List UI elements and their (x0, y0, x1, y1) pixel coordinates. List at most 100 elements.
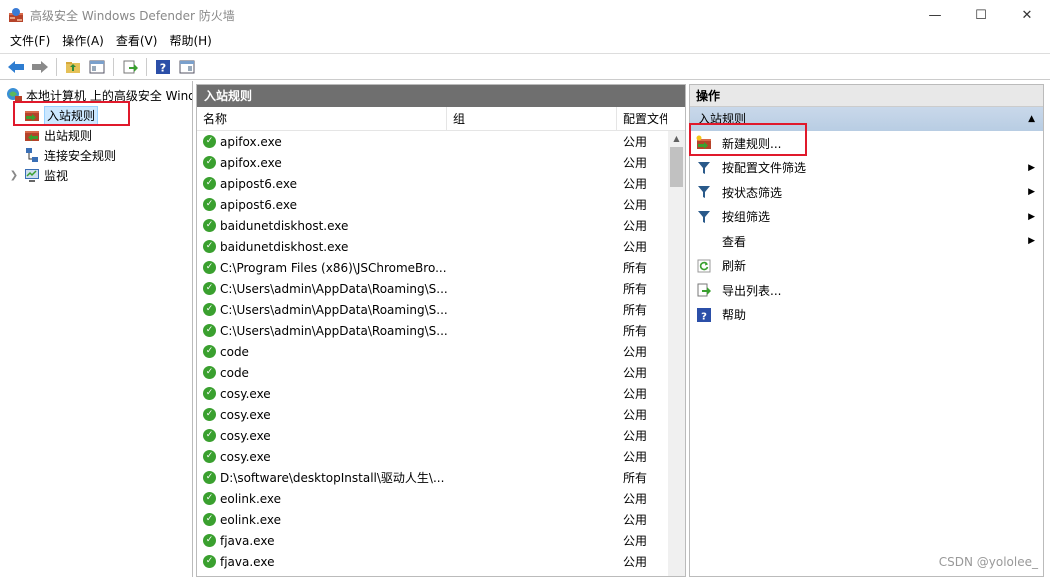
tree-item-connection-security-rules[interactable]: 连接安全规则 (0, 145, 192, 165)
table-row[interactable]: ✓ eolink.exe 公用 (197, 509, 669, 530)
rule-profile: 所有 (623, 261, 648, 275)
rule-name: baidunetdiskhost.exe (220, 218, 349, 233)
scroll-up-arrow-icon[interactable]: ▲ (668, 131, 685, 147)
table-row[interactable]: ✓ eolink.exe 公用 (197, 488, 669, 509)
maximize-button[interactable]: ☐ (958, 0, 1004, 30)
column-group[interactable]: 组 (447, 107, 617, 131)
table-row[interactable]: ✓ baidunetdiskhost.exe 公用 (197, 215, 669, 236)
enabled-check-icon: ✓ (203, 198, 216, 211)
table-row[interactable]: ✓ C:\Users\admin\AppData\Roaming\S... 所有 (197, 299, 669, 320)
menu-action[interactable]: 操作(A) (56, 30, 110, 52)
menu-file[interactable]: 文件(F) (4, 30, 56, 52)
blank-icon (696, 233, 712, 249)
rule-name: cosy.exe (220, 407, 271, 422)
cell-name: ✓ cosy.exe (197, 387, 617, 401)
menu-view[interactable]: 查看(V) (110, 30, 164, 52)
window-title: 高级安全 Windows Defender 防火墙 (30, 8, 235, 23)
minimize-button[interactable]: — (912, 0, 958, 30)
rules-list-pane: 入站规则 名称 组 配置文件 ✓ apifox.exe 公用 ✓ apifox.exe 公… (196, 84, 686, 577)
enabled-check-icon: ✓ (203, 429, 216, 442)
collapse-triangle-icon[interactable]: ▲ (1028, 107, 1035, 131)
table-row[interactable]: ✓ apifox.exe 公用 (197, 152, 669, 173)
export-list-icon[interactable] (120, 57, 140, 77)
monitoring-icon (24, 167, 40, 183)
table-row[interactable]: ✓ D:\software\desktopInstall\驱动人生\... 所有 (197, 467, 669, 488)
rule-profile: 公用 (623, 450, 648, 464)
table-row[interactable]: ✓ C:\Program Files (x86)\JSChromeBro... 所有 (197, 257, 669, 278)
action-item[interactable]: 按状态筛选 ▶ (690, 180, 1043, 205)
rule-profile: 公用 (623, 177, 648, 191)
action-label: 帮助 (722, 308, 747, 323)
enabled-check-icon: ✓ (203, 345, 216, 358)
cell-name: ✓ baidunetdiskhost.exe (197, 219, 617, 233)
help-icon[interactable]: ? (153, 57, 173, 77)
enabled-check-icon: ✓ (203, 282, 216, 295)
table-row[interactable]: ✓ cosy.exe 公用 (197, 446, 669, 467)
action-item[interactable]: 按配置文件筛选 ▶ (690, 156, 1043, 181)
menu-help[interactable]: 帮助(H) (163, 30, 217, 52)
table-row[interactable]: ✓ apifox.exe 公用 (197, 131, 669, 152)
cell-name: ✓ code (197, 345, 617, 359)
up-folder-icon[interactable] (63, 57, 83, 77)
rule-name: apipost6.exe (220, 197, 297, 212)
actions-section-inbound[interactable]: 入站规则 ▲ (690, 107, 1043, 131)
enabled-check-icon: ✓ (203, 261, 216, 274)
action-item[interactable]: 新建规则... (690, 131, 1043, 156)
table-row[interactable]: ✓ C:\Users\admin\AppData\Roaming\S... 所有 (197, 278, 669, 299)
rule-profile: 公用 (623, 345, 648, 359)
column-name[interactable]: 名称 (197, 107, 447, 131)
action-item[interactable]: 刷新 (690, 254, 1043, 279)
action-item[interactable]: 查看 ▶ (690, 229, 1043, 254)
filter-icon (696, 184, 712, 200)
action-item[interactable]: 导出列表... (690, 278, 1043, 303)
enabled-check-icon: ✓ (203, 240, 216, 253)
tree-item-inbound-rules[interactable]: 入站规则 (0, 105, 192, 125)
column-profile[interactable]: 配置文件 (617, 107, 667, 131)
table-row[interactable]: ✓ code 公用 (197, 362, 669, 383)
table-row[interactable]: ✓ code 公用 (197, 341, 669, 362)
table-row[interactable]: ✓ cosy.exe 公用 (197, 425, 669, 446)
toolbar-separator (113, 57, 114, 76)
table-row[interactable]: ✓ fjava.exe 公用 (197, 530, 669, 551)
toolbar: ? (0, 53, 1050, 80)
tree-root[interactable]: 本地计算机 上的高级安全 Windows Defender 防火墙 (0, 85, 192, 105)
rule-name: code (220, 344, 249, 359)
cell-name: ✓ C:\Users\admin\AppData\Roaming\S... (197, 324, 617, 338)
back-arrow-icon[interactable] (6, 57, 26, 77)
vertical-scrollbar[interactable]: ▲ (668, 131, 685, 576)
scroll-thumb[interactable] (670, 147, 683, 187)
submenu-arrow-icon: ▶ (1028, 211, 1035, 222)
tree-item-outbound-rules[interactable]: 出站规则 (0, 125, 192, 145)
table-row[interactable]: ✓ apipost6.exe 公用 (197, 173, 669, 194)
menu-bar: 文件(F) 操作(A) 查看(V) 帮助(H) (0, 30, 1050, 52)
enabled-check-icon: ✓ (203, 534, 216, 547)
table-row[interactable]: ✓ C:\Users\admin\AppData\Roaming\S... 所有 (197, 320, 669, 341)
tree-item-monitoring[interactable]: ❯ 监视 (0, 165, 192, 185)
close-button[interactable]: ✕ (1004, 0, 1050, 30)
forward-arrow-icon[interactable] (30, 57, 50, 77)
rule-name: cosy.exe (220, 449, 271, 464)
table-row[interactable]: ✓ cosy.exe 公用 (197, 383, 669, 404)
show-hide-tree-icon[interactable] (87, 57, 107, 77)
action-item[interactable]: 按组筛选 ▶ (690, 205, 1043, 230)
table-row[interactable]: ✓ apipost6.exe 公用 (197, 194, 669, 215)
action-item[interactable]: ? 帮助 (690, 303, 1043, 328)
toolbar-separator (146, 57, 147, 76)
enabled-check-icon: ✓ (203, 450, 216, 463)
filter-icon (696, 209, 712, 225)
expand-chevron-icon[interactable]: ❯ (8, 170, 20, 181)
cell-name: ✓ D:\software\desktopInstall\驱动人生\... (197, 469, 617, 486)
actions-title: 操作 (690, 85, 1043, 107)
table-row[interactable]: ✓ fjava.exe 公用 (197, 551, 669, 572)
rule-name: C:\Users\admin\AppData\Roaming\S... (220, 323, 448, 338)
tree-item-label: 监视 (44, 168, 69, 183)
new-rule-icon (696, 135, 712, 151)
rule-name: C:\Program Files (x86)\JSChromeBro... (220, 260, 447, 275)
connection-security-icon (24, 147, 40, 163)
show-hide-action-pane-icon[interactable] (177, 57, 197, 77)
cell-name: ✓ apipost6.exe (197, 198, 617, 212)
table-row[interactable]: ✓ baidunetdiskhost.exe 公用 (197, 236, 669, 257)
action-label: 新建规则... (722, 136, 782, 151)
action-label: 按配置文件筛选 (722, 161, 807, 176)
table-row[interactable]: ✓ cosy.exe 公用 (197, 404, 669, 425)
